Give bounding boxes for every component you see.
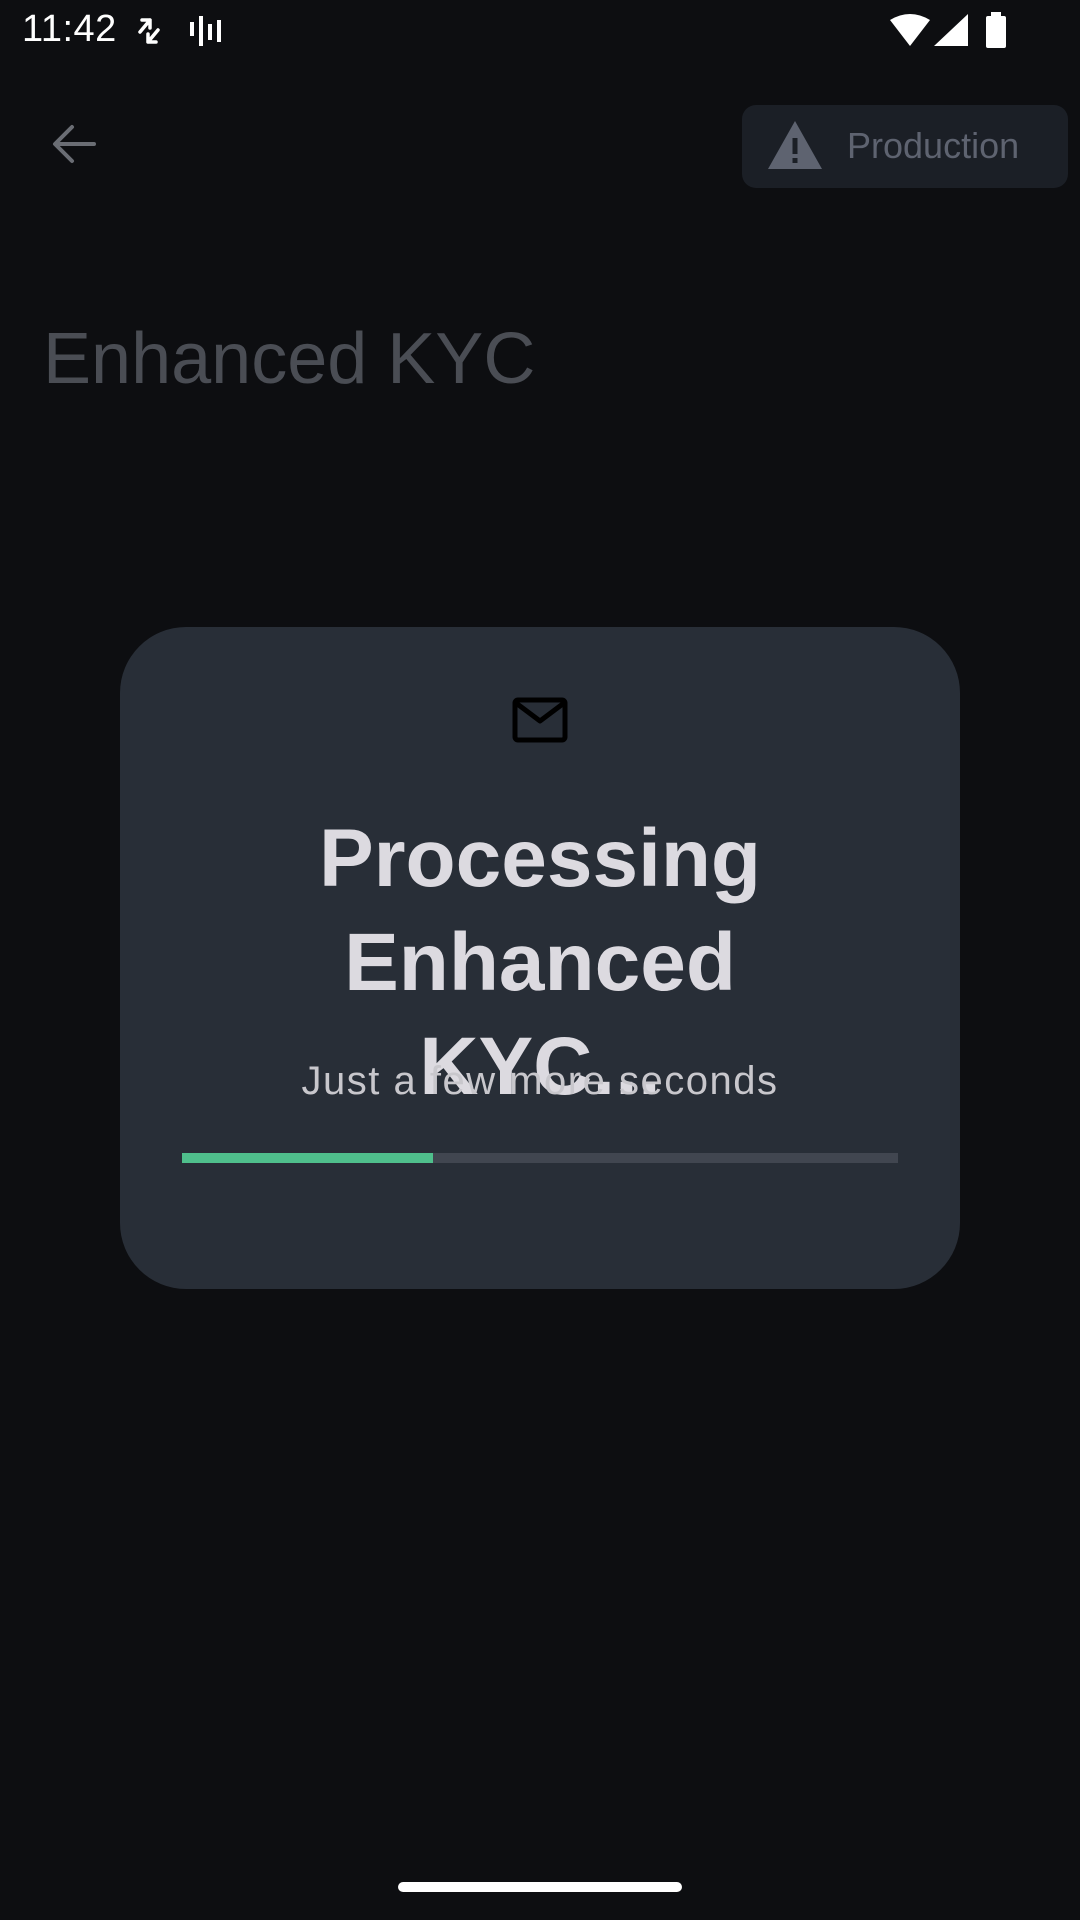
battery-icon [984, 12, 1008, 53]
signal-bars-icon [190, 14, 222, 53]
warning-triangle-icon [766, 119, 824, 176]
progress-bar [182, 1153, 898, 1163]
mail-icon [512, 697, 568, 743]
status-time: 11:42 [22, 8, 117, 50]
wifi-icon [890, 14, 930, 51]
progress-bar-fill [182, 1153, 433, 1163]
arrow-left-icon [52, 124, 96, 169]
status-bar: 11:42 [0, 0, 1080, 64]
sync-arrows-icon [136, 14, 162, 53]
environment-label: Production [847, 125, 1020, 166]
home-indicator[interactable] [398, 1882, 682, 1892]
cellular-icon [934, 14, 968, 51]
processing-dialog: Processing Enhanced KYC... Just a few mo… [120, 627, 960, 1289]
back-button[interactable] [38, 110, 110, 182]
environment-chip[interactable]: Production [742, 105, 1068, 188]
dialog-subtitle: Just a few more seconds [301, 1059, 779, 1103]
page-title: Enhanced KYC [43, 319, 536, 399]
